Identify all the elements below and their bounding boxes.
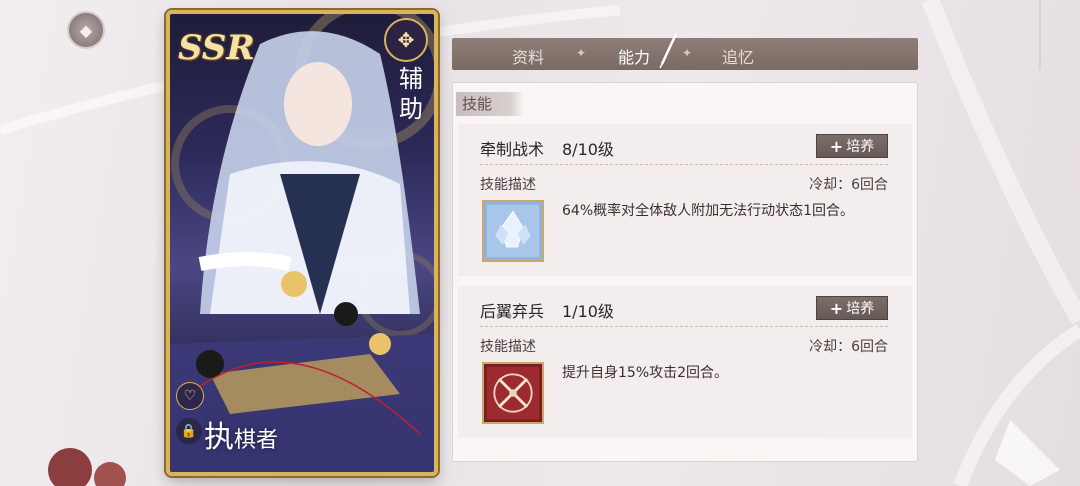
train-skill-button[interactable]: + 培养 xyxy=(816,296,888,320)
character-name: 执棋者 xyxy=(204,412,278,456)
class-emblem-icon: ✥ xyxy=(384,18,428,62)
train-label: 培养 xyxy=(846,139,875,155)
divider xyxy=(480,164,888,165)
skill-description-label: 技能描述 xyxy=(480,177,536,193)
favorite-heart-icon[interactable]: ♡ xyxy=(176,382,204,410)
tab-memories[interactable]: 追忆 xyxy=(718,44,758,68)
character-name-first: 执 xyxy=(204,420,234,455)
role-label: 辅助 xyxy=(399,65,423,123)
skill-cooldown: 冷却：6回合 xyxy=(809,339,888,355)
character-card: SSR ✥ 辅助 ♡ 🔒 执棋者 xyxy=(166,10,438,476)
plus-icon: + xyxy=(829,298,844,318)
rarity-badge: SSR xyxy=(178,28,255,68)
tab-separator: ✦ xyxy=(682,46,693,60)
lock-icon[interactable]: 🔒 xyxy=(176,418,202,444)
crystal-icon xyxy=(482,200,544,262)
skill-description: 提升自身15%攻击2回合。 xyxy=(562,365,729,381)
character-name-rest: 棋者 xyxy=(234,428,279,453)
skill-level: 8/10级 xyxy=(562,140,614,159)
skill-level: 1/10级 xyxy=(562,302,614,321)
panel-title: 技能 xyxy=(456,92,524,116)
back-button[interactable]: ◆ xyxy=(62,10,110,50)
skill-description-label: 技能描述 xyxy=(480,339,536,355)
quill-pen-icon xyxy=(659,33,678,68)
train-label: 培养 xyxy=(846,301,875,317)
skill-entry: 牵制战术 8/10级 + 培养 技能描述 冷却：6回合 64%概率对全体敌人附加… xyxy=(458,124,912,276)
train-skill-button[interactable]: + 培养 xyxy=(816,134,888,158)
skill-entry: 后翼弃兵 1/10级 + 培养 技能描述 冷却：6回合 提升自身15%攻击2回合… xyxy=(458,286,912,438)
skill-name: 牵制战术 xyxy=(480,140,545,159)
skill-description: 64%概率对全体敌人附加无法行动状态1回合。 xyxy=(562,203,855,219)
crossed-swords-icon xyxy=(482,362,544,424)
tab-separator: ✦ xyxy=(576,46,587,60)
tab-profile[interactable]: 资料 xyxy=(508,44,548,68)
character-illustration xyxy=(170,14,434,472)
skill-name: 后翼弃兵 xyxy=(480,302,545,321)
divider xyxy=(480,326,888,327)
skill-cooldown: 冷却：6回合 xyxy=(809,177,888,193)
back-arrow-icon: ◆ xyxy=(67,11,105,49)
plus-icon: + xyxy=(829,136,844,156)
tab-ability[interactable]: 能力 xyxy=(614,44,654,68)
